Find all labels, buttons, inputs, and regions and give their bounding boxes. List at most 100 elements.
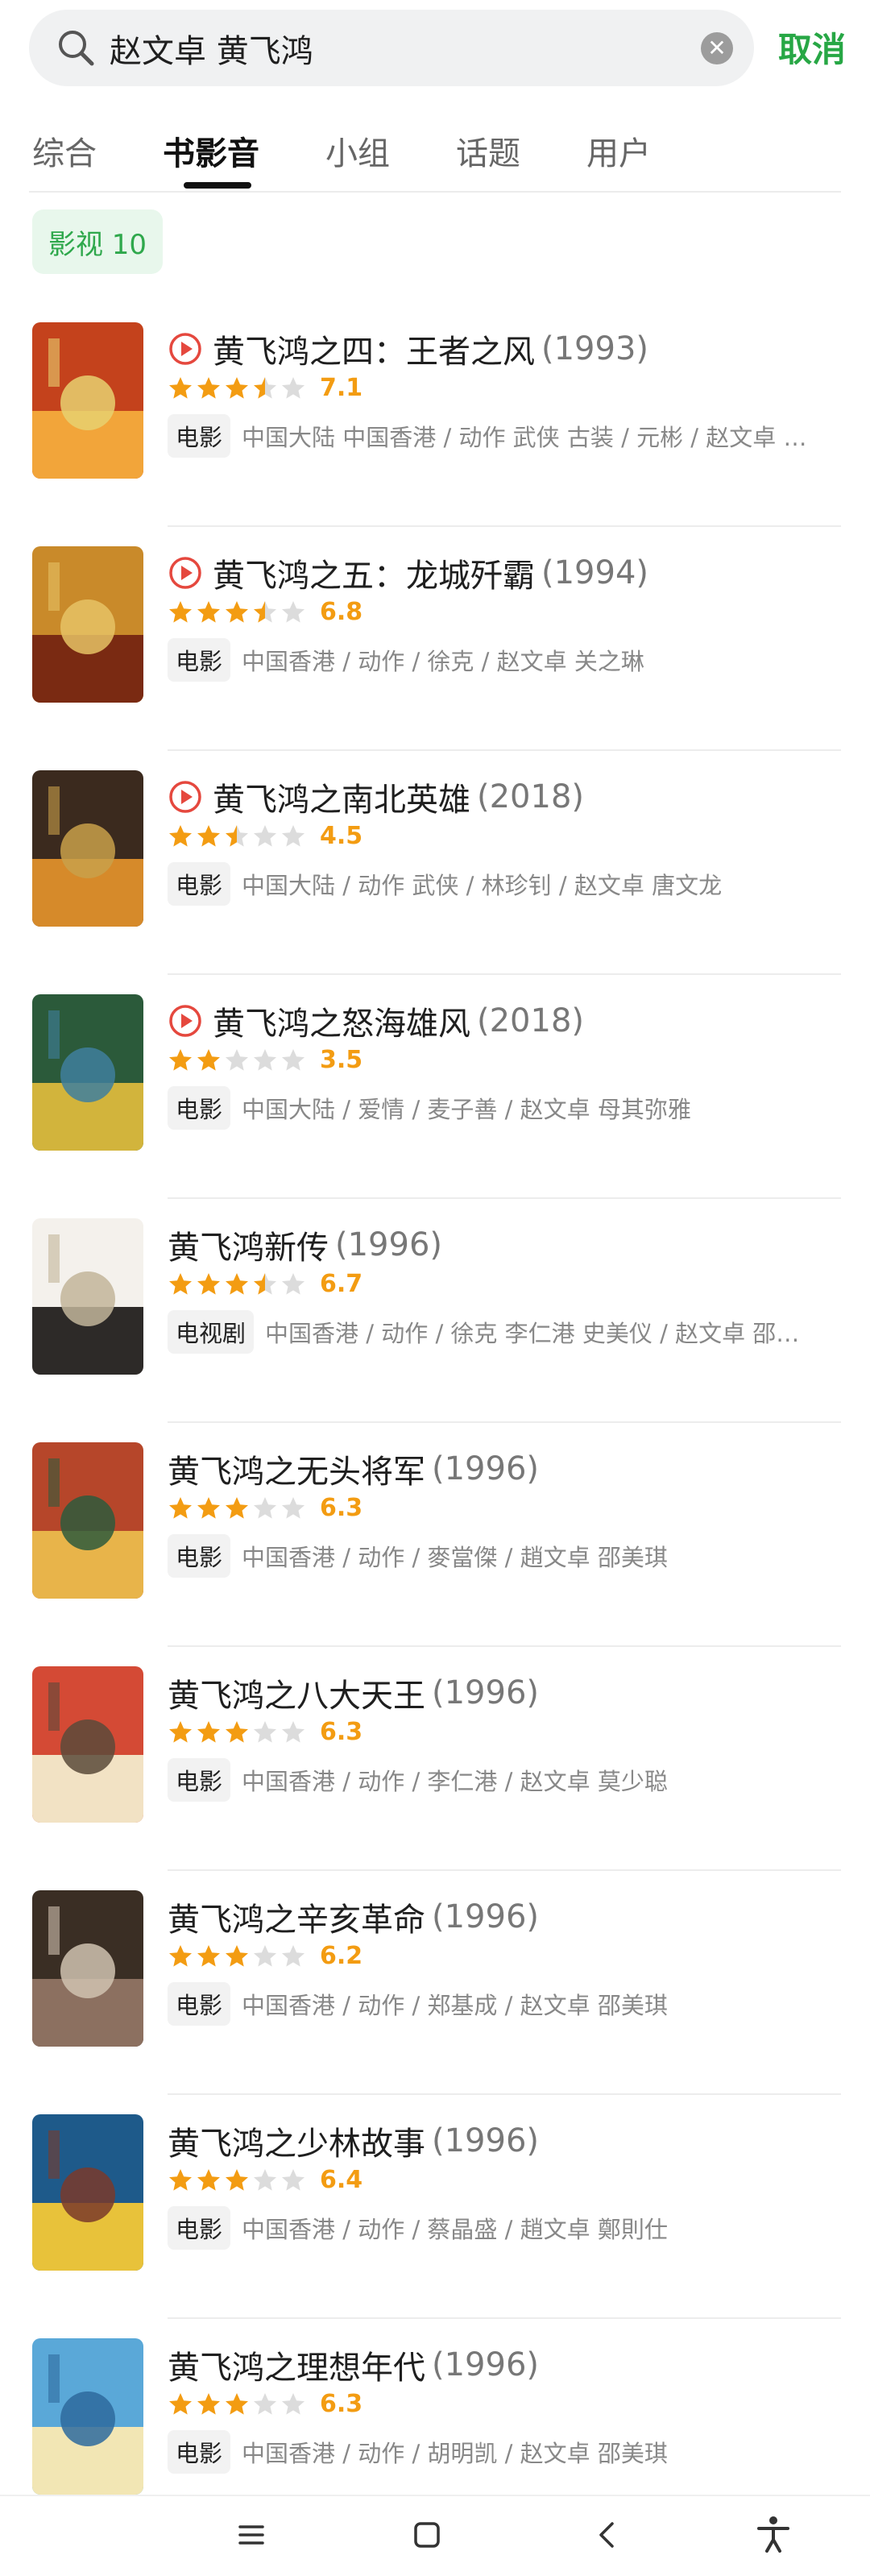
movie-poster[interactable] — [32, 994, 143, 1151]
rating-row: 6.3 — [168, 1718, 362, 1746]
result-item[interactable]: 黄飞鸿之四：王者之风 (1993) 7.1 电影 中国大陆 中国香港 / 动作 … — [0, 303, 870, 527]
result-year: (2018) — [477, 778, 585, 815]
meta-row: 电影 中国香港 / 动作 / 蔡晶盛 / 趙文卓 鄭則仕 — [168, 2206, 836, 2250]
result-item[interactable]: 黄飞鸿之少林故事 (1996) 6.4 电影 中国香港 / 动作 / 蔡晶盛 /… — [0, 2095, 870, 2319]
play-icon — [168, 555, 203, 591]
type-badge: 电影 — [168, 2206, 231, 2250]
movie-poster[interactable] — [32, 1890, 143, 2047]
type-badge: 电影 — [168, 1086, 231, 1130]
tab-users[interactable]: 用户 — [586, 127, 651, 174]
rating-row: 6.2 — [168, 1942, 362, 1970]
meta-row: 电影 中国香港 / 动作 / 徐克 / 赵文卓 关之琳 — [168, 638, 836, 682]
result-item[interactable]: 黄飞鸿之南北英雄 (2018) 4.5 电影 中国大陆 / 动作 武侠 / 林珍… — [0, 751, 870, 975]
search-icon — [55, 27, 98, 70]
title-row[interactable]: 黄飞鸿之四：王者之风 (1993) — [168, 326, 648, 372]
type-badge: 电影 — [168, 862, 231, 906]
rating-row: 4.5 — [168, 822, 362, 850]
result-item[interactable]: 黄飞鸿之无头将军 (1996) 6.3 电影 中国香港 / 动作 / 麥當傑 /… — [0, 1423, 870, 1647]
result-meta: 中国香港 / 动作 / 李仁港 / 赵文卓 莫少聪 — [242, 1768, 668, 1795]
tab-indicator — [184, 182, 251, 189]
result-title: 黄飞鸿之五：龙城歼霸 — [213, 558, 535, 595]
meta-row: 电影 中国香港 / 动作 / 麥當傑 / 趙文卓 邵美琪 — [168, 1534, 836, 1578]
star-rating-icon — [168, 1719, 309, 1745]
movie-poster[interactable] — [32, 2338, 143, 2495]
result-item[interactable]: 黄飞鸿之五：龙城歼霸 (1994) 6.8 电影 中国香港 / 动作 / 徐克 … — [0, 527, 870, 751]
menu-icon[interactable] — [227, 2511, 276, 2559]
rating-value: 6.3 — [320, 1718, 363, 1746]
rating-row: 6.7 — [168, 1270, 362, 1298]
rating-row: 6.3 — [168, 1494, 362, 1522]
rating-value: 6.2 — [320, 1942, 363, 1970]
meta-row: 电影 中国香港 / 动作 / 李仁港 / 赵文卓 莫少聪 — [168, 1758, 836, 1802]
result-meta: 中国香港 / 动作 / 麥當傑 / 趙文卓 邵美琪 — [242, 1544, 668, 1571]
rating-value: 6.4 — [320, 2166, 363, 2194]
movie-poster[interactable] — [32, 1666, 143, 1823]
title-row[interactable]: 黄飞鸿新传 (1996) — [168, 1222, 442, 1268]
back-icon[interactable] — [583, 2511, 632, 2559]
result-title: 黄飞鸿之少林故事 — [168, 2126, 425, 2163]
movie-poster[interactable] — [32, 546, 143, 703]
title-row[interactable]: 黄飞鸿之南北英雄 (2018) — [168, 774, 584, 820]
rating-value: 6.8 — [320, 598, 363, 626]
star-rating-icon — [168, 1047, 309, 1073]
cancel-button[interactable]: 取消 — [778, 23, 846, 72]
movie-poster[interactable] — [32, 1218, 143, 1375]
type-badge: 电影 — [168, 638, 231, 682]
meta-row: 电影 中国大陆 中国香港 / 动作 武侠 古装 / 元彬 / 赵文卓 … — [168, 414, 836, 458]
result-meta: 中国大陆 / 动作 武侠 / 林珍钊 / 赵文卓 唐文龙 — [242, 872, 723, 899]
movie-poster[interactable] — [32, 770, 143, 927]
play-icon — [168, 779, 203, 815]
system-nav-bar — [0, 2495, 870, 2576]
result-title: 黄飞鸿之八大天王 — [168, 1678, 425, 1715]
title-row[interactable]: 黄飞鸿之怒海雄风 (2018) — [168, 998, 584, 1044]
rating-value: 7.1 — [320, 374, 363, 402]
tab-groups[interactable]: 小组 — [325, 127, 390, 174]
result-meta: 中国香港 / 动作 / 徐克 / 赵文卓 关之琳 — [242, 648, 644, 675]
title-row[interactable]: 黄飞鸿之五：龙城歼霸 (1994) — [168, 550, 648, 596]
result-year: (1996) — [432, 1450, 540, 1487]
title-row[interactable]: 黄飞鸿之八大天王 (1996) — [168, 1670, 539, 1716]
type-badge: 电影 — [168, 1534, 231, 1578]
result-item[interactable]: 黄飞鸿之八大天王 (1996) 6.3 电影 中国香港 / 动作 / 李仁港 /… — [0, 1647, 870, 1871]
result-item[interactable]: 黄飞鸿新传 (1996) 6.7 电视剧 中国香港 / 动作 / 徐克 李仁港 … — [0, 1199, 870, 1423]
movie-poster[interactable] — [32, 2114, 143, 2271]
result-year: (2018) — [477, 1002, 585, 1039]
title-row[interactable]: 黄飞鸿之少林故事 (1996) — [168, 2118, 539, 2164]
result-item[interactable]: 黄飞鸿之怒海雄风 (2018) 3.5 电影 中国大陆 / 爱情 / 麦子善 /… — [0, 975, 870, 1199]
star-rating-icon — [168, 1943, 309, 1969]
result-title: 黄飞鸿之四：王者之风 — [213, 334, 535, 371]
title-row[interactable]: 黄飞鸿之理想年代 (1996) — [168, 2342, 539, 2388]
result-title: 黄飞鸿之怒海雄风 — [213, 1006, 470, 1043]
tab-all[interactable]: 综合 — [32, 127, 97, 174]
search-bar[interactable]: 赵文卓 黄飞鸿 ✕ — [29, 10, 754, 86]
type-badge: 电影 — [168, 2430, 231, 2474]
result-title: 黄飞鸿新传 — [168, 1230, 329, 1267]
result-year: (1993) — [541, 330, 649, 367]
result-year: (1996) — [432, 2122, 540, 2159]
result-meta: 中国大陆 / 爱情 / 麦子善 / 赵文卓 母其弥雅 — [242, 1096, 691, 1123]
filter-chip-movies[interactable]: 影视 10 — [32, 209, 163, 274]
result-meta: 中国香港 / 动作 / 胡明凯 / 赵文卓 邵美琪 — [242, 2440, 668, 2467]
movie-poster[interactable] — [32, 322, 143, 479]
title-row[interactable]: 黄飞鸿之辛亥革命 (1996) — [168, 1894, 539, 1940]
type-badge: 电影 — [168, 414, 231, 458]
result-year: (1996) — [432, 2346, 540, 2383]
star-rating-icon — [168, 1495, 309, 1521]
clear-icon[interactable]: ✕ — [701, 31, 733, 64]
type-badge: 电影 — [168, 1982, 231, 2026]
tab-books-movies-music[interactable]: 书影音 — [163, 127, 259, 174]
movie-poster[interactable] — [32, 1442, 143, 1599]
title-row[interactable]: 黄飞鸿之无头将军 (1996) — [168, 1446, 539, 1492]
home-icon[interactable] — [403, 2511, 451, 2559]
result-item[interactable]: 黄飞鸿之辛亥革命 (1996) 6.2 电影 中国香港 / 动作 / 郑基成 /… — [0, 1871, 870, 2095]
rating-value: 4.5 — [320, 822, 363, 850]
result-year: (1996) — [432, 1898, 540, 1935]
rating-row: 3.5 — [168, 1046, 362, 1074]
search-input[interactable]: 赵文卓 黄飞鸿 — [110, 25, 701, 72]
tab-topics[interactable]: 话题 — [456, 127, 520, 174]
result-meta: 中国香港 / 动作 / 徐克 李仁港 史美仪 / 赵文卓 邵… — [265, 1320, 800, 1347]
play-icon — [168, 331, 203, 367]
accessibility-icon[interactable] — [749, 2511, 798, 2559]
meta-row: 电视剧 中国香港 / 动作 / 徐克 李仁港 史美仪 / 赵文卓 邵… — [168, 1310, 836, 1354]
meta-row: 电影 中国香港 / 动作 / 胡明凯 / 赵文卓 邵美琪 — [168, 2430, 836, 2474]
